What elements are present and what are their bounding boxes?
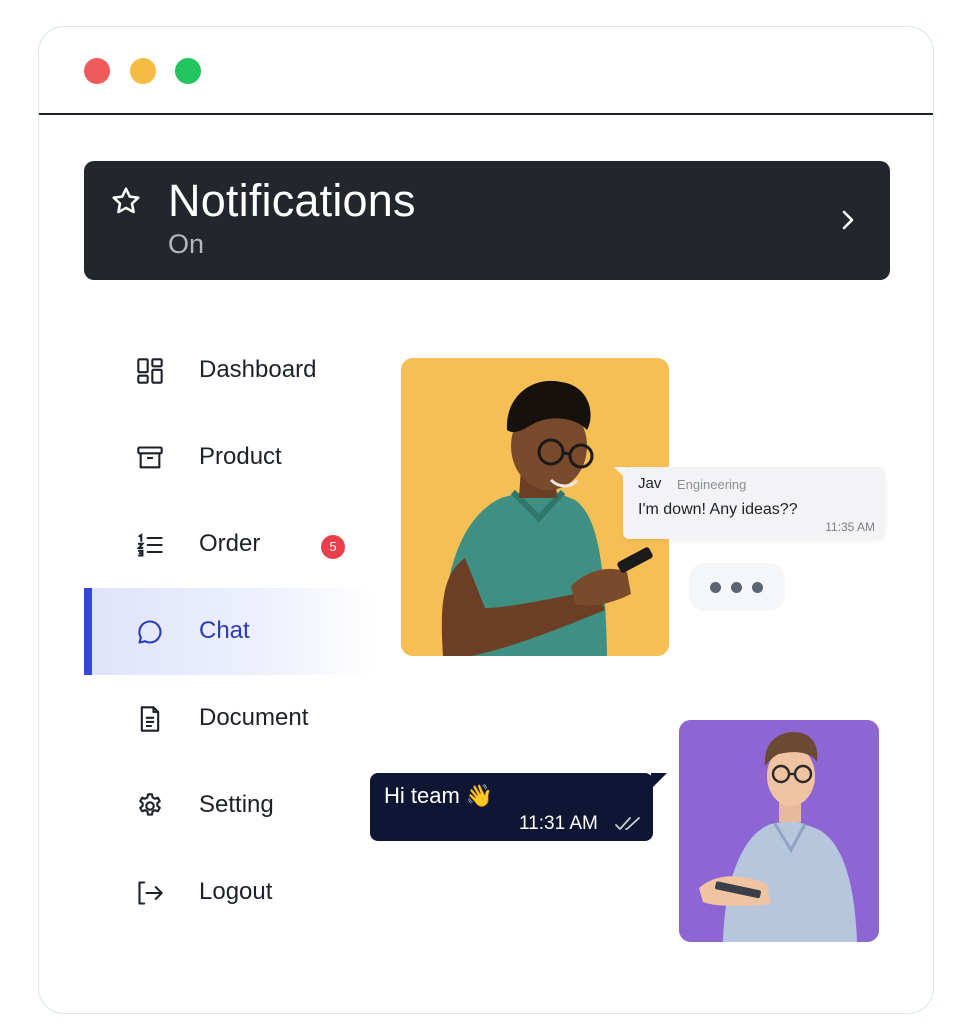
logout-icon — [138, 881, 163, 905]
document-icon — [140, 706, 160, 732]
list-ordered-icon — [136, 533, 163, 557]
bubble-tail — [651, 773, 667, 789]
star-icon — [112, 187, 140, 214]
message-text: I'm down! Any ideas?? — [638, 501, 798, 518]
sidebar-item-chat[interactable]: Chat — [84, 588, 374, 675]
sidebar-item-document[interactable]: Document — [84, 675, 374, 762]
message-text: Hi team 👋 — [384, 783, 494, 808]
sidebar-item-label: Setting — [199, 791, 274, 818]
app-window: Notifications On Dashboard Product Order… — [38, 26, 934, 1014]
archive-box-icon — [137, 446, 163, 469]
sidebar-item-label: Logout — [199, 878, 273, 905]
sidebar-item-label: Document — [199, 704, 309, 731]
order-count-badge: 5 — [321, 535, 345, 559]
typing-dot — [752, 582, 763, 593]
typing-indicator — [689, 563, 785, 611]
message-time: 11:35 AM — [825, 520, 875, 534]
notifications-state: On — [168, 229, 205, 259]
sidebar-item-setting[interactable]: Setting — [84, 762, 374, 849]
chat-bubble-icon — [138, 620, 162, 644]
sidebar-item-label: Order — [199, 530, 261, 557]
sidebar-item-order[interactable]: Order 5 — [84, 501, 374, 588]
sidebar-item-label: Product — [199, 443, 282, 470]
incoming-message[interactable]: Jav Engineering I'm down! Any ideas?? 11… — [614, 467, 885, 539]
sidebar-item-logout[interactable]: Logout — [84, 849, 374, 936]
sidebar-item-label: Chat — [199, 617, 250, 644]
typing-dot — [731, 582, 742, 593]
gear-icon — [139, 793, 161, 816]
double-check-icon — [615, 817, 640, 830]
sidebar-item-label: Dashboard — [199, 356, 317, 383]
close-window-button[interactable] — [84, 58, 110, 84]
sender-name: Jav — [638, 475, 662, 492]
sender-team: Engineering — [677, 477, 747, 492]
typing-dot — [710, 582, 721, 593]
minimize-window-button[interactable] — [130, 58, 156, 84]
bubble-tail — [614, 467, 626, 479]
chevron-right-icon[interactable] — [840, 208, 856, 232]
title-bar — [39, 27, 933, 115]
sidebar-item-dashboard[interactable]: Dashboard — [84, 327, 374, 414]
grid-icon — [137, 358, 163, 384]
message-time: 11:31 AM — [519, 813, 598, 834]
notifications-title: Notifications — [168, 175, 416, 226]
maximize-window-button[interactable] — [175, 58, 201, 84]
active-indicator — [84, 588, 92, 675]
sidebar-item-product[interactable]: Product — [84, 414, 374, 501]
notifications-toggle[interactable]: Notifications On — [84, 161, 890, 280]
user-photo-sender — [679, 720, 879, 942]
outgoing-message[interactable]: Hi team 👋 11:31 AM — [370, 773, 667, 841]
